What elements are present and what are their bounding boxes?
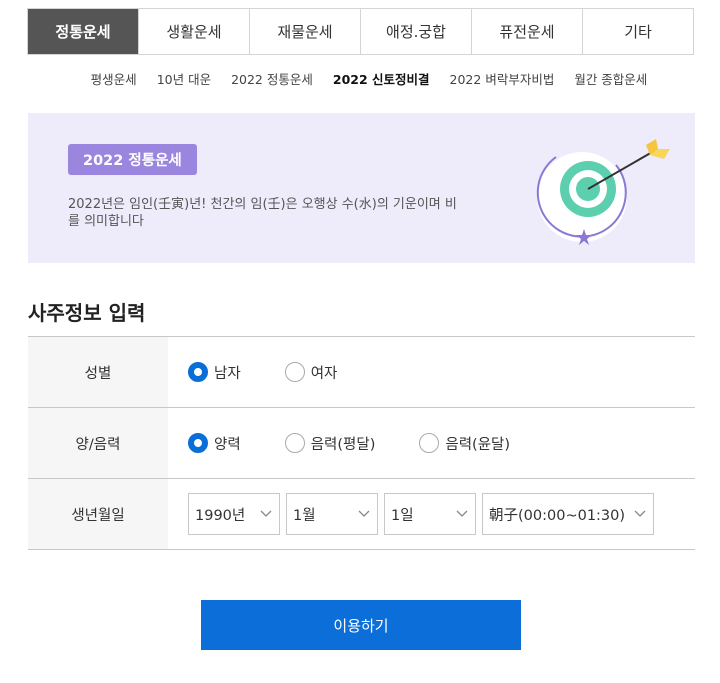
- radio-label: 음력(평달): [310, 436, 376, 453]
- tab-love-compatibility[interactable]: 애정.궁합: [360, 9, 471, 54]
- subnav-2022-traditional[interactable]: 2022 정통운세: [231, 69, 313, 88]
- select-value: 朝子(00:00~01:30): [489, 507, 626, 524]
- gender-male-radio[interactable]: 남자: [188, 362, 241, 383]
- chevron-down-icon: [456, 510, 468, 517]
- radio-circle[interactable]: [188, 433, 208, 453]
- chevron-down-icon: [634, 510, 646, 517]
- subnav-2022-rich[interactable]: 2022 벼락부자비법: [450, 69, 555, 88]
- birth-month-select[interactable]: 1월: [286, 493, 378, 535]
- radio-label: 남자: [214, 365, 241, 382]
- select-value: 1월: [293, 507, 316, 524]
- birth-hour-select[interactable]: 朝子(00:00~01:30): [482, 493, 654, 535]
- sub-navigation: 평생운세 10년 대운 2022 정통운세 2022 신토정비결 2022 벼락…: [0, 66, 720, 90]
- tab-etc[interactable]: 기타: [582, 9, 693, 54]
- tab-wealth-fortune[interactable]: 재물운세: [249, 9, 360, 54]
- calendar-solar-radio[interactable]: 양력: [188, 433, 241, 454]
- section-title: 사주정보 입력: [28, 301, 146, 325]
- calendar-label: 양/음력: [28, 408, 168, 478]
- calendar-row: 양/음력 양력 음력(평달) 음력(윤달): [28, 408, 695, 479]
- radio-circle[interactable]: [419, 433, 440, 453]
- birth-row: 생년월일 1990년 1월 1일 朝子(00:00~01:30): [28, 479, 695, 550]
- tab-fusion-fortune[interactable]: 퓨전운세: [471, 9, 582, 54]
- info-banner: 2022 정통운세 2022년은 임인(壬寅)년! 천간의 임(壬)은 오행상 …: [28, 113, 695, 263]
- gender-row: 성별 남자 여자: [28, 337, 695, 408]
- submit-button[interactable]: 이용하기: [201, 600, 521, 650]
- gender-field: 남자 여자: [168, 337, 695, 407]
- subnav-monthly-fortune[interactable]: 월간 종합운세: [574, 69, 647, 88]
- birth-field: 1990년 1월 1일 朝子(00:00~01:30): [168, 479, 695, 549]
- banner-badge: 2022 정통운세: [68, 144, 197, 175]
- tab-life-fortune[interactable]: 생활운세: [138, 9, 249, 54]
- calendar-lunar-leap-radio[interactable]: 음력(윤달): [419, 433, 510, 454]
- birth-year-select[interactable]: 1990년: [188, 493, 280, 535]
- radio-label: 여자: [310, 365, 338, 382]
- select-value: 1일: [391, 507, 414, 524]
- birth-label: 생년월일: [28, 479, 168, 549]
- radio-label: 양력: [214, 436, 241, 453]
- tab-traditional-fortune[interactable]: 정통운세: [28, 9, 138, 54]
- subnav-ten-year-fortune[interactable]: 10년 대운: [157, 69, 211, 88]
- radio-label: 음력(윤달): [445, 436, 511, 453]
- banner-description: 2022년은 임인(壬寅)년! 천간의 임(壬)은 오행상 수(水)의 기운이며…: [68, 197, 457, 229]
- gender-label: 성별: [28, 337, 168, 407]
- chevron-down-icon: [260, 510, 272, 517]
- main-tabs: 정통운세 생활운세 재물운세 애정.궁합 퓨전운세 기타: [27, 8, 694, 55]
- calendar-field: 양력 음력(평달) 음력(윤달): [168, 408, 695, 478]
- radio-circle[interactable]: [284, 433, 305, 453]
- birth-day-select[interactable]: 1일: [384, 493, 476, 535]
- chevron-down-icon: [358, 510, 370, 517]
- radio-circle[interactable]: [188, 362, 208, 382]
- target-arrow-icon: [536, 139, 670, 245]
- subnav-2022-tojeong[interactable]: 2022 신토정비결: [333, 69, 430, 88]
- subnav-lifetime-fortune[interactable]: 평생운세: [91, 69, 137, 88]
- radio-circle[interactable]: [284, 362, 305, 382]
- calendar-lunar-normal-radio[interactable]: 음력(평달): [284, 433, 376, 454]
- saju-info-form: 성별 남자 여자 양/음력 양력 음력(평달) 음력(윤달) 생년월일 1990…: [28, 336, 695, 550]
- select-value: 1990년: [195, 507, 246, 524]
- gender-female-radio[interactable]: 여자: [284, 362, 338, 383]
